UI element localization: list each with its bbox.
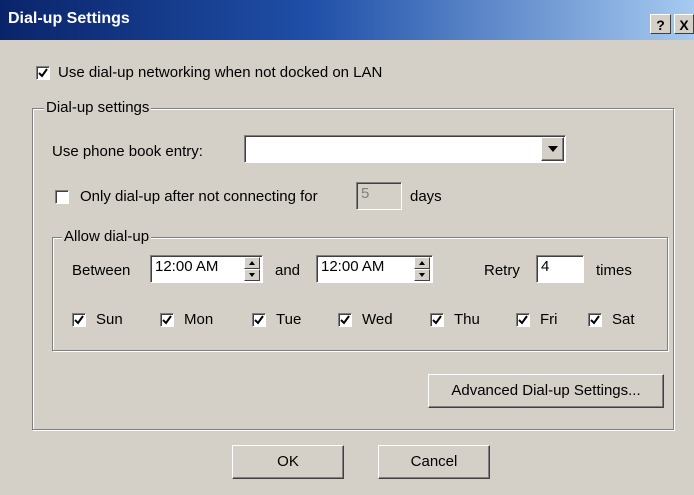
arrow-down-icon [419,273,425,277]
times-label: times [596,262,632,279]
start-time-down-button[interactable] [244,269,260,281]
day-label-sun: Sun [96,311,123,328]
day-checkbox-wed[interactable] [338,313,352,327]
end-time-up-button[interactable] [414,257,430,269]
day-label-sat: Sat [612,311,635,328]
checkmark-icon [162,315,172,325]
phonebook-select[interactable] [244,135,566,163]
checkmark-icon [432,315,442,325]
start-time-up-button[interactable] [244,257,260,269]
start-time-value: 12:00 AM [155,258,219,275]
between-label: Between [72,262,131,279]
dialup-settings-legend: Dial-up settings [44,99,152,116]
day-checkbox-tue[interactable] [252,313,266,327]
close-icon: X [679,17,689,33]
cancel-button[interactable]: Cancel [378,445,490,479]
dialup-settings-dialog: Dial-up Settings ? X Use dial-up network… [0,0,694,495]
arrow-up-icon [419,261,425,265]
day-checkbox-thu[interactable] [430,313,444,327]
checkmark-icon [590,315,600,325]
day-checkbox-sat[interactable] [588,313,602,327]
ok-button[interactable]: OK [232,445,344,479]
phonebook-dropdown-button[interactable] [541,137,564,161]
checkmark-icon [340,315,350,325]
allow-dialup-legend: Allow dial-up [62,228,152,245]
retry-value: 4 [541,258,550,275]
retry-input[interactable]: 4 [536,255,584,283]
day-checkbox-fri[interactable] [516,313,530,327]
day-label-fri: Fri [540,311,558,328]
only-after-checkbox[interactable] [55,190,69,204]
day-label-wed: Wed [362,311,393,328]
start-time-spinner[interactable] [244,257,260,281]
and-label: and [275,262,301,279]
window-title: Dial-up Settings [8,10,130,27]
day-label-thu: Thu [454,311,480,328]
help-button[interactable]: ? [650,14,671,34]
checkmark-icon [254,315,264,325]
checkmark-icon [38,68,48,78]
title-bar: Dial-up Settings ? X [0,0,694,40]
use-dialup-label: Use dial-up networking when not docked o… [58,64,383,81]
use-dialup-checkbox[interactable] [36,66,50,80]
retry-label: Retry [484,262,520,279]
help-icon: ? [656,17,665,33]
cancel-button-label: Cancel [410,453,458,470]
only-after-label: Only dial-up after not connecting for [80,188,318,205]
end-time-down-button[interactable] [414,269,430,281]
checkmark-icon [74,315,84,325]
chevron-down-icon [548,146,558,152]
arrow-up-icon [249,261,255,265]
phonebook-label: Use phone book entry: [52,143,203,160]
day-checkbox-sun[interactable] [72,313,86,327]
days-value: 5 [361,185,370,202]
day-label-mon: Mon [184,311,214,328]
checkmark-icon [518,315,528,325]
ok-button-label: OK [277,453,299,470]
advanced-dialup-settings-button[interactable]: Advanced Dial-up Settings... [428,374,664,408]
days-label: days [410,188,442,205]
close-button[interactable]: X [674,14,694,34]
end-time-spinner[interactable] [414,257,430,281]
day-label-tue: Tue [276,311,302,328]
advanced-button-label: Advanced Dial-up Settings... [451,382,641,399]
end-time-value: 12:00 AM [321,258,385,275]
days-input[interactable]: 5 [356,182,402,210]
day-checkbox-mon[interactable] [160,313,174,327]
arrow-down-icon [249,273,255,277]
